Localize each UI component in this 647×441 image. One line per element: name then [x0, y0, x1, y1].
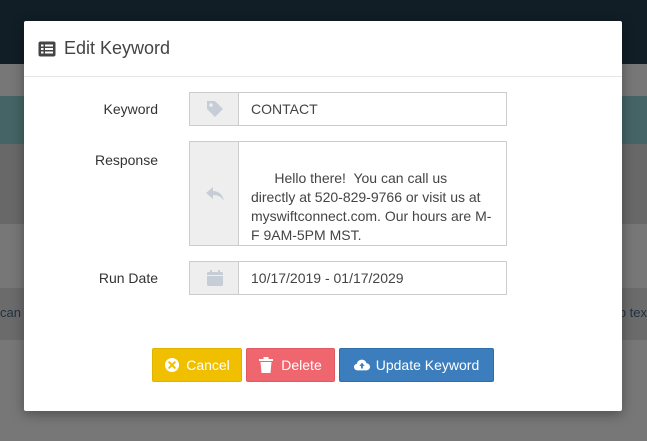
run-date-label: Run Date [98, 270, 158, 286]
cancel-button-label: Cancel [186, 357, 230, 373]
trash-icon [259, 357, 275, 373]
keyword-label: Keyword [103, 101, 158, 117]
response-text: Hello there! You can call us directly at… [251, 170, 492, 243]
delete-button[interactable]: Delete [246, 348, 335, 382]
tag-icon [189, 92, 239, 126]
response-label: Response [94, 152, 158, 168]
resize-handle-icon[interactable] [496, 235, 505, 287]
modal-header: Edit Keyword [24, 21, 622, 77]
edit-keyword-modal: Edit Keyword Keyword CONTACT Response He… [24, 21, 622, 411]
update-keyword-button[interactable]: Update Keyword [339, 348, 494, 382]
cloud-upload-icon [353, 357, 370, 373]
delete-button-label: Delete [281, 357, 322, 373]
update-keyword-button-label: Update Keyword [375, 357, 480, 373]
cancel-button[interactable]: Cancel [152, 348, 242, 382]
modal-title: Edit Keyword [64, 38, 171, 58]
calendar-icon [189, 261, 239, 295]
keyword-input[interactable]: CONTACT [238, 92, 507, 126]
keyword-row: Keyword CONTACT [24, 92, 622, 126]
run-date-row: Run Date 10/17/2019 - 01/17/2029 [24, 261, 622, 295]
run-date-input[interactable]: 10/17/2019 - 01/17/2029 [238, 261, 507, 295]
times-circle-icon [164, 357, 180, 373]
list-icon [38, 41, 58, 57]
reply-icon [189, 141, 239, 246]
response-row: Response Hello there! You can call us di… [24, 141, 622, 287]
response-textarea[interactable]: Hello there! You can call us directly at… [238, 141, 507, 287]
